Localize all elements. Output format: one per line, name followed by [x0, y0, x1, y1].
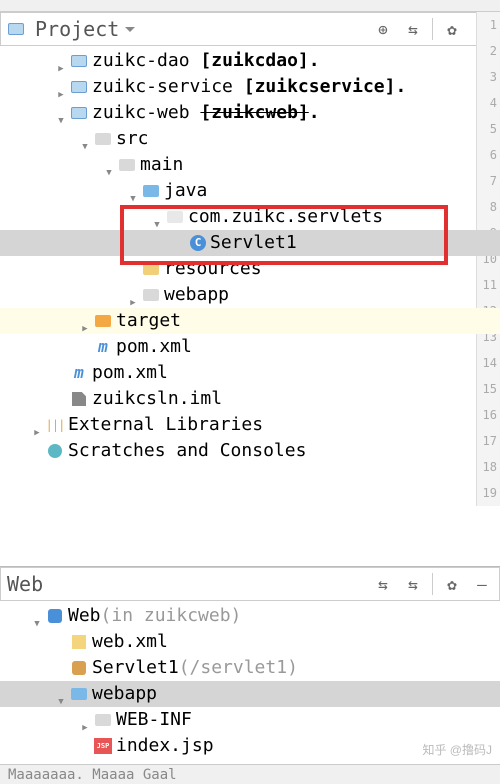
tree-node-folder[interactable]: main — [0, 152, 500, 178]
web-panel-title[interactable]: Web — [7, 572, 43, 596]
excluded-folder-icon — [94, 313, 112, 329]
watermark-text: 知乎 @撸码J — [422, 741, 492, 758]
servlet-icon — [70, 660, 88, 676]
tree-node-folder[interactable]: webapp — [0, 282, 500, 308]
project-view-icon — [7, 21, 25, 37]
iml-file-icon — [70, 391, 88, 407]
tree-node-pom[interactable]: m pom.xml — [0, 360, 500, 386]
expand-arrow-icon[interactable] — [54, 687, 68, 701]
tree-node-folder[interactable]: src — [0, 126, 500, 152]
gear-icon[interactable]: ✿ — [441, 18, 463, 40]
expand-arrow-icon[interactable] — [126, 184, 140, 198]
tree-node-module[interactable]: zuikc-service [zuikcservice]. — [0, 74, 500, 100]
scratches-icon — [46, 443, 64, 459]
tree-node-module[interactable]: zuikc-dao [zuikcdao]. — [0, 48, 500, 74]
tree-node-target-folder[interactable]: target — [0, 308, 500, 334]
module-folder-icon — [70, 105, 88, 121]
minimize-icon[interactable]: — — [471, 573, 493, 595]
maven-icon: m — [70, 365, 88, 381]
jsp-file-icon: JSP — [94, 738, 112, 754]
expand-arrow-icon[interactable] — [54, 54, 68, 68]
expand-arrow-icon[interactable] — [30, 609, 44, 623]
bottom-toolbar: Maaaaaaa. Maaaa Gaal — [0, 764, 500, 784]
web-tree[interactable]: Web (in zuikcweb) web.xml Servlet1 (/ser… — [0, 601, 500, 761]
expand-arrow-icon[interactable] — [78, 132, 92, 146]
folder-icon — [94, 131, 112, 147]
tree-node-source-folder[interactable]: java — [0, 178, 500, 204]
tree-node-class-selected[interactable]: C Servlet1 — [0, 230, 500, 256]
expand-arrow-icon[interactable] — [30, 418, 44, 432]
package-icon — [166, 209, 184, 225]
web-panel-header: Web ⇆ ⇆ ✿ — — [0, 567, 500, 601]
module-folder-icon — [70, 79, 88, 95]
expand-arrow-icon[interactable] — [54, 106, 68, 120]
resources-folder-icon — [142, 261, 160, 277]
web-facet-icon — [46, 608, 64, 624]
tree-node-module[interactable]: zuikc-web [zuikcweb]. — [0, 100, 500, 126]
project-panel-header: Project ⊕ ⇆ ✿ — — [0, 12, 500, 46]
collapse-all-icon[interactable]: ⇆ — [402, 573, 424, 595]
folder-icon — [94, 712, 112, 728]
tree-node-scratches[interactable]: Scratches and Consoles — [0, 438, 500, 464]
folder-icon — [118, 157, 136, 173]
tree-node-iml[interactable]: zuikcsln.iml — [0, 386, 500, 412]
web-node-servlet[interactable]: Servlet1 (/servlet1) — [0, 655, 500, 681]
java-class-icon: C — [190, 235, 206, 251]
project-tree[interactable]: zuikc-dao [zuikcdao]. zuikc-service [zui… — [0, 46, 500, 466]
expand-all-icon[interactable]: ⇆ — [372, 573, 394, 595]
expand-arrow-icon[interactable] — [78, 314, 92, 328]
xml-file-icon — [70, 634, 88, 650]
tree-node-package[interactable]: com.zuikc.servlets — [0, 204, 500, 230]
web-node-webinf[interactable]: WEB-INF — [0, 707, 500, 733]
locate-icon[interactable]: ⊕ — [372, 18, 394, 40]
tree-node-pom[interactable]: m pom.xml — [0, 334, 500, 360]
web-folder-icon — [70, 686, 88, 702]
web-root-node[interactable]: Web (in zuikcweb) — [0, 603, 500, 629]
folder-icon — [142, 287, 160, 303]
libraries-icon: ||| — [46, 417, 64, 433]
expand-arrow-icon[interactable] — [78, 713, 92, 727]
project-panel-title[interactable]: Project — [35, 17, 119, 41]
module-folder-icon — [70, 53, 88, 69]
maven-icon: m — [94, 339, 112, 355]
chevron-down-icon[interactable] — [125, 27, 135, 32]
expand-arrow-icon[interactable] — [102, 158, 116, 172]
web-node-webapp-selected[interactable]: webapp — [0, 681, 500, 707]
tree-node-external-libraries[interactable]: ||| External Libraries — [0, 412, 500, 438]
expand-arrow-icon[interactable] — [150, 210, 164, 224]
gear-icon[interactable]: ✿ — [441, 573, 463, 595]
expand-arrow-icon[interactable] — [54, 80, 68, 94]
tree-node-resources-folder[interactable]: resources — [0, 256, 500, 282]
expand-arrow-icon[interactable] — [126, 288, 140, 302]
collapse-all-icon[interactable]: ⇆ — [402, 18, 424, 40]
web-node-webxml[interactable]: web.xml — [0, 629, 500, 655]
source-folder-icon — [142, 183, 160, 199]
